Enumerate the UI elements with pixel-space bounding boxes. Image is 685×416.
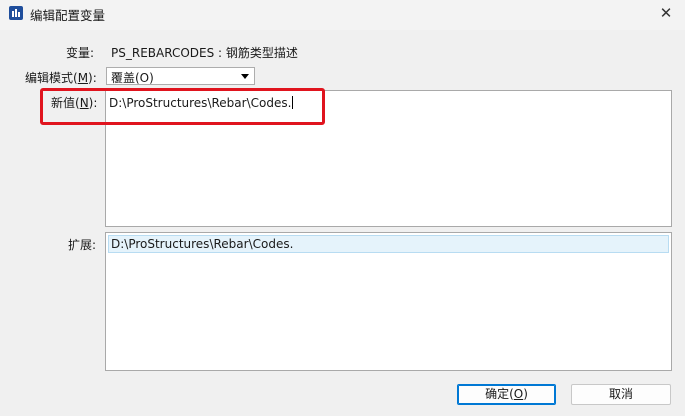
title-bar: 编辑配置变量 ✕	[0, 0, 685, 30]
cancel-button[interactable]: 取消	[571, 384, 671, 405]
variable-label: 变量:	[66, 46, 95, 60]
text-caret	[292, 96, 294, 109]
variable-value: PS_REBARCODES : 钢筋类型描述	[111, 46, 298, 60]
new-value-label: 新值(N):	[51, 96, 98, 110]
app-icon	[9, 6, 23, 20]
ok-button[interactable]: 确定(O)	[457, 384, 556, 405]
edit-mode-selected: 覆盖(O)	[111, 71, 154, 85]
expansion-item[interactable]: D:\ProStructures\Rebar\Codes.	[108, 235, 669, 253]
close-icon[interactable]: ✕	[657, 4, 675, 22]
edit-mode-select[interactable]: 覆盖(O)	[106, 67, 255, 85]
new-value-text: D:\ProStructures\Rebar\Codes.	[109, 96, 294, 110]
edit-mode-label: 编辑模式(M):	[25, 71, 97, 85]
chevron-down-icon[interactable]	[241, 74, 249, 79]
window-title: 编辑配置变量	[30, 8, 106, 23]
expansion-label: 扩展:	[68, 238, 97, 252]
new-value-textarea[interactable]: D:\ProStructures\Rebar\Codes.	[105, 90, 672, 227]
expansion-list[interactable]: D:\ProStructures\Rebar\Codes.	[105, 232, 672, 371]
